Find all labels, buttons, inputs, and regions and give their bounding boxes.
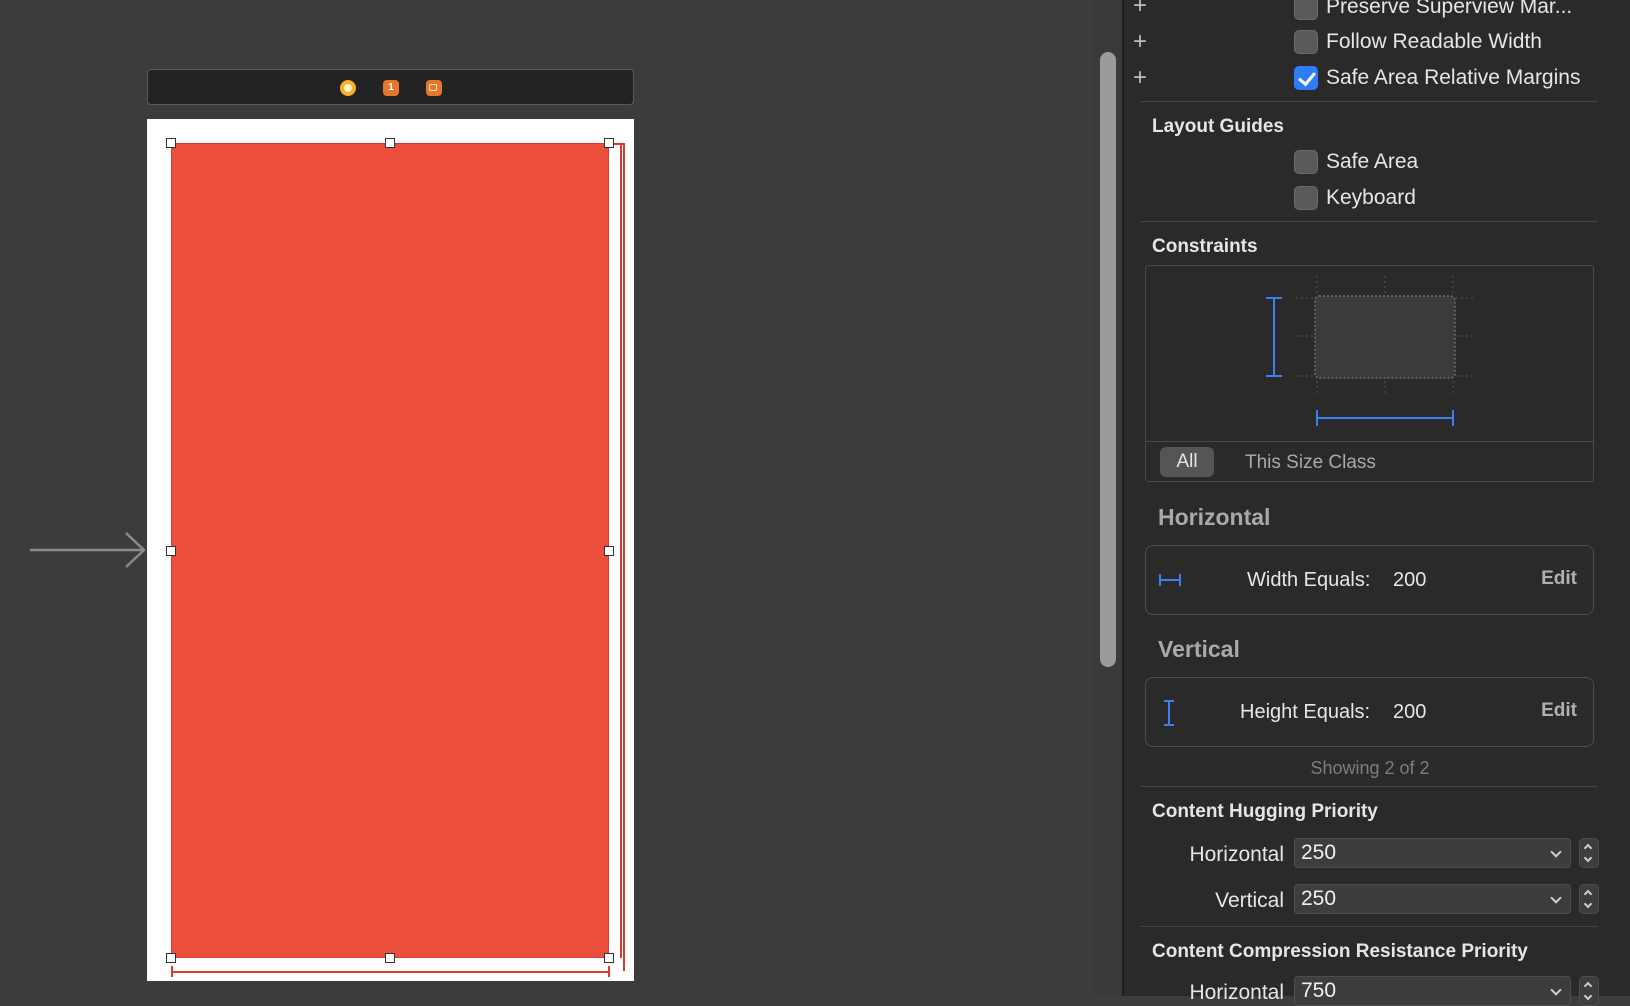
hugging-vertical-field[interactable]: 250: [1294, 884, 1571, 914]
constraint-scope-bar: All This Size Class: [1146, 441, 1593, 482]
view-controller-icon[interactable]: [340, 80, 356, 96]
hugging-horizontal-label: Horizontal: [1189, 843, 1284, 866]
width-constraint-icon[interactable]: [1316, 410, 1454, 426]
divider: [1140, 221, 1598, 222]
resize-handle-top-left[interactable]: [166, 138, 176, 148]
divider: [1140, 101, 1598, 102]
resize-handle-top-right[interactable]: [604, 138, 614, 148]
safe-area-label: Safe Area: [1326, 150, 1419, 173]
compression-horizontal-field[interactable]: 750: [1294, 976, 1571, 1006]
hugging-vertical-label: Vertical: [1215, 889, 1284, 912]
resize-handle-bottom-left[interactable]: [166, 953, 176, 963]
divider: [1140, 926, 1598, 927]
follow-readable-width-checkbox[interactable]: [1294, 30, 1318, 54]
scope-size-class-button[interactable]: This Size Class: [1245, 452, 1376, 474]
height-equals-label: Height Equals:: [1240, 701, 1371, 723]
width-equals-value: 200: [1393, 569, 1427, 591]
vertical-section-title: Vertical: [1158, 636, 1240, 662]
entry-point-arrow-icon[interactable]: [30, 530, 148, 570]
height-constraint-card[interactable]: Height Equals: 200 Edit: [1145, 677, 1594, 747]
margin-guide-right: [620, 143, 622, 958]
resize-handle-bottom[interactable]: [385, 953, 395, 963]
add-variation-icon[interactable]: +: [1133, 30, 1147, 54]
keyboard-label: Keyboard: [1326, 186, 1416, 209]
width-guide-tick-left: [171, 966, 173, 977]
content-hugging-title: Content Hugging Priority: [1152, 801, 1378, 822]
storyboard-canvas[interactable]: 1: [0, 0, 1093, 996]
preserve-superview-margins-label: Preserve Superview Mar...: [1326, 0, 1573, 18]
resize-handle-bottom-right[interactable]: [604, 953, 614, 963]
safe-area-relative-margins-label: Safe Area Relative Margins: [1326, 66, 1581, 89]
showing-count: Showing 2 of 2: [1310, 758, 1430, 778]
resize-handle-left[interactable]: [166, 546, 176, 556]
width-guide-tick-right: [608, 966, 610, 977]
chevron-down-icon[interactable]: [1550, 892, 1562, 904]
layout-guides-title: Layout Guides: [1152, 116, 1284, 137]
edit-height-button[interactable]: Edit: [1541, 700, 1577, 722]
scene-dock[interactable]: 1: [147, 69, 634, 105]
canvas-scrollbar-thumb[interactable]: [1100, 52, 1116, 667]
hugging-horizontal-value: 250: [1301, 841, 1337, 864]
horizontal-section-title: Horizontal: [1158, 504, 1271, 530]
chevron-down-icon[interactable]: [1550, 846, 1562, 858]
height-equals-value: 200: [1393, 701, 1427, 723]
hugging-vertical-value: 250: [1301, 887, 1337, 910]
hugging-horizontal-field[interactable]: 250: [1294, 838, 1571, 868]
safe-area-relative-margins-checkbox[interactable]: [1294, 66, 1318, 90]
margin-guide-right-outer: [623, 143, 625, 971]
constraints-editor: All This Size Class: [1145, 265, 1594, 482]
safe-area-checkbox[interactable]: [1294, 150, 1318, 174]
add-variation-icon[interactable]: +: [1133, 0, 1147, 18]
compression-horizontal-label: Horizontal: [1189, 981, 1284, 1004]
scope-all-button[interactable]: All: [1160, 447, 1214, 477]
resize-handle-right[interactable]: [604, 546, 614, 556]
hugging-vertical-stepper[interactable]: [1579, 884, 1599, 914]
divider: [1140, 786, 1598, 787]
first-responder-icon[interactable]: 1: [383, 80, 399, 96]
margin-guide-right-tick: [613, 143, 623, 145]
edit-width-button[interactable]: Edit: [1541, 568, 1577, 590]
chevron-down-icon[interactable]: [1550, 984, 1562, 996]
preserve-superview-margins-checkbox[interactable]: [1294, 0, 1318, 20]
width-equals-label: Width Equals:: [1247, 569, 1371, 591]
width-constraint-card[interactable]: Width Equals: 200 Edit: [1145, 545, 1594, 615]
resize-handle-top[interactable]: [385, 138, 395, 148]
height-constraint-icon: [1164, 700, 1174, 726]
exit-icon[interactable]: [426, 80, 442, 96]
width-constraint-icon: [1159, 574, 1181, 586]
follow-readable-width-label: Follow Readable Width: [1326, 30, 1542, 53]
hugging-horizontal-stepper[interactable]: [1579, 838, 1599, 868]
size-inspector: + Preserve Superview Mar... + Follow Rea…: [1124, 0, 1630, 1006]
height-constraint-icon[interactable]: [1266, 297, 1282, 377]
keyboard-checkbox[interactable]: [1294, 186, 1318, 210]
constraints-diagram[interactable]: [1146, 266, 1593, 441]
compression-horizontal-stepper[interactable]: [1579, 976, 1599, 1006]
compression-horizontal-value: 750: [1301, 979, 1337, 1002]
compression-resistance-title: Content Compression Resistance Priority: [1152, 941, 1528, 962]
constraints-title: Constraints: [1152, 236, 1258, 257]
view-controller-scene[interactable]: [147, 119, 634, 981]
width-guide-bottom: [171, 971, 609, 973]
selected-view[interactable]: [171, 143, 609, 958]
add-variation-icon[interactable]: +: [1133, 66, 1147, 90]
